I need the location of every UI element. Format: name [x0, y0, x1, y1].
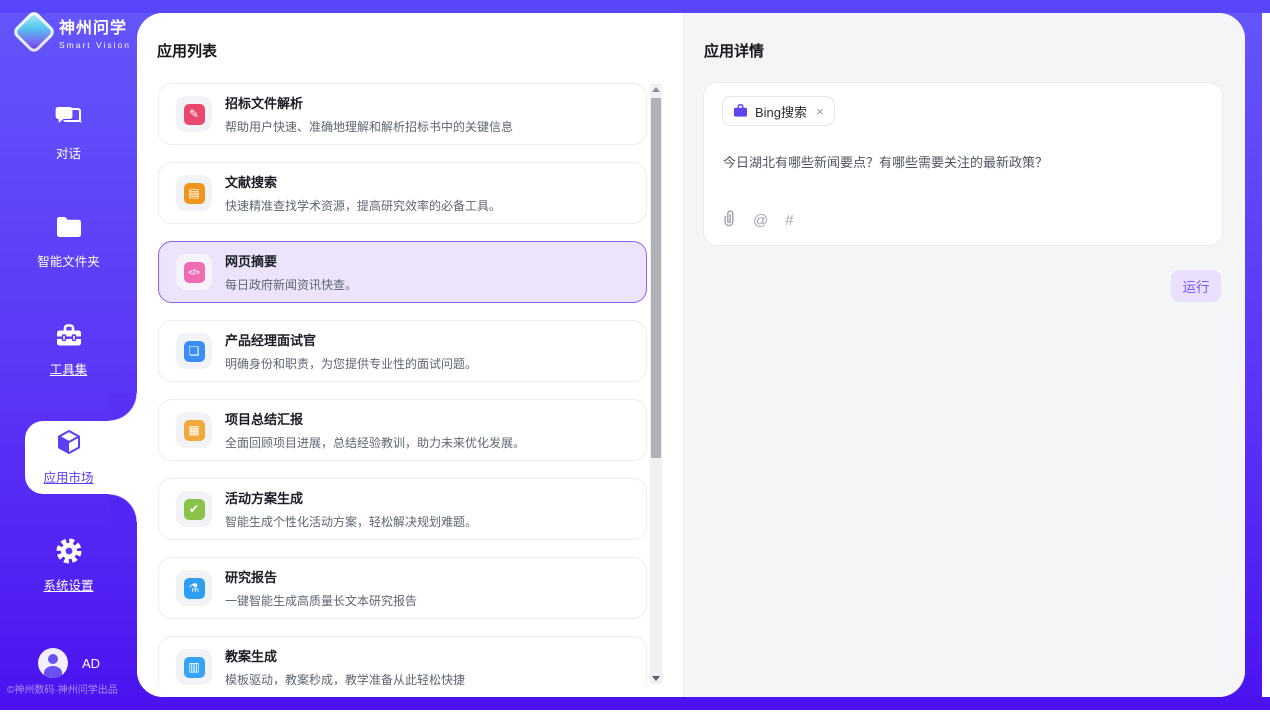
app-icon: ✎ — [176, 96, 212, 132]
user-name: AD — [82, 656, 100, 671]
composer-card: Bing搜索 × 今日湖北有哪些新闻要点？有哪些需要关注的最新政策？ @ # — [703, 82, 1223, 246]
app-glyph-icon: ▤ — [184, 183, 205, 204]
user-account[interactable]: AD — [38, 648, 100, 678]
app-glyph-icon: ▦ — [184, 420, 205, 441]
scrollbar[interactable] — [650, 84, 662, 684]
cube-icon — [54, 428, 84, 458]
composer-toolbar: @ # — [722, 209, 794, 231]
sidebar-item-label: 智能文件夹 — [37, 251, 100, 270]
app-list-panel: 应用列表 ✎ 招标文件解析 帮助用户快速、准确地理解和解析招标书中的关键信息 ▤… — [137, 13, 683, 697]
tag-close-icon[interactable]: × — [816, 104, 824, 119]
sidebar-item-app-market[interactable]: 应用市场 — [0, 428, 137, 486]
app-desc: 模板驱动，教案秒成，教学准备从此轻松快捷 — [225, 671, 465, 685]
hash-icon[interactable]: # — [785, 212, 793, 229]
app-detail-panel: 应用详情 Bing搜索 × 今日湖北有哪些新闻要点？有哪些需要关注的最新政策？ … — [683, 13, 1245, 697]
app-list-item[interactable]: ▦ 项目总结汇报 全面回顾项目进展，总结经验教训，助力未来优化发展。 — [158, 399, 647, 461]
app-title: 招标文件解析 — [225, 93, 513, 112]
app-icon: ⚗ — [176, 570, 212, 606]
pill-curve-top — [109, 393, 137, 421]
app-list-item[interactable]: ❏ 产品经理面试官 明确身份和职责，为您提供专业性的面试问题。 — [158, 320, 647, 382]
app-list-item[interactable]: </> 网页摘要 每日政府新闻资讯快查。 — [158, 241, 647, 303]
briefcase-icon — [733, 104, 748, 118]
app-icon: </> — [176, 254, 212, 290]
app-title: 产品经理面试官 — [225, 330, 477, 349]
app-desc: 快速精准查找学术资源，提高研究效率的必备工具。 — [225, 197, 501, 214]
brand-logo: 神州问学 Smart Vision — [18, 14, 131, 50]
app-glyph-icon: ✔ — [184, 499, 205, 520]
pill-curve-bottom — [109, 494, 137, 522]
brand-subtitle: Smart Vision — [59, 40, 131, 50]
app-glyph-icon: ❏ — [184, 341, 205, 362]
sidebar-item-settings[interactable]: 系统设置 — [0, 536, 137, 594]
bottom-strip — [0, 697, 1270, 710]
avatar — [38, 648, 68, 678]
app-desc: 一键智能生成高质量长文本研究报告 — [225, 592, 417, 609]
app-desc: 明确身份和职责，为您提供专业性的面试问题。 — [225, 355, 477, 372]
brand-logo-icon — [11, 9, 56, 54]
scroll-up-arrow-icon[interactable] — [650, 84, 662, 95]
app-title: 活动方案生成 — [225, 488, 477, 507]
app-detail-title: 应用详情 — [704, 40, 764, 61]
paperclip-icon[interactable] — [722, 209, 736, 231]
sidebar: 神州问学 Smart Vision 对话 智能文件夹 — [0, 0, 137, 710]
top-strip — [0, 0, 1270, 13]
app-list-item[interactable]: ⚗ 研究报告 一键智能生成高质量长文本研究报告 — [158, 557, 647, 619]
copyright-text: ©神州数码·神州问学出品 — [7, 681, 137, 696]
app-list-item[interactable]: ▥ 教案生成 模板驱动，教案秒成，教学准备从此轻松快捷 — [158, 636, 647, 685]
app-list-item[interactable]: ▤ 文献搜索 快速精准查找学术资源，提高研究效率的必备工具。 — [158, 162, 647, 224]
sidebar-item-label: 系统设置 — [43, 575, 93, 594]
app-glyph-icon: </> — [184, 262, 205, 283]
scrollbar-thumb[interactable] — [651, 98, 661, 458]
app-list-item[interactable]: ✎ 招标文件解析 帮助用户快速、准确地理解和解析招标书中的关键信息 — [158, 83, 647, 145]
app-glyph-icon: ✎ — [184, 104, 205, 125]
app-list-title: 应用列表 — [157, 40, 217, 61]
chat-icon — [54, 104, 84, 134]
app-glyph-icon: ⚗ — [184, 578, 205, 599]
app-title: 项目总结汇报 — [225, 409, 525, 428]
app-desc: 帮助用户快速、准确地理解和解析招标书中的关键信息 — [225, 118, 513, 135]
app-list-item[interactable]: ✔ 活动方案生成 智能生成个性化活动方案，轻松解决规划难题。 — [158, 478, 647, 540]
app-title: 文献搜索 — [225, 172, 501, 191]
app-glyph-icon: ▥ — [184, 657, 205, 678]
app-desc: 智能生成个性化活动方案，轻松解决规划难题。 — [225, 513, 477, 530]
sidebar-item-toolset[interactable]: 工具集 — [0, 320, 137, 378]
app-title: 教案生成 — [225, 646, 465, 665]
app-desc: 每日政府新闻资讯快查。 — [225, 276, 357, 293]
sidebar-item-smart-folders[interactable]: 智能文件夹 — [0, 212, 137, 270]
folder-icon — [54, 212, 84, 242]
main-content: 应用列表 ✎ 招标文件解析 帮助用户快速、准确地理解和解析招标书中的关键信息 ▤… — [137, 13, 1245, 697]
app-icon: ❏ — [176, 333, 212, 369]
app-icon: ▤ — [176, 175, 212, 211]
query-input[interactable]: 今日湖北有哪些新闻要点？有哪些需要关注的最新政策？ — [723, 152, 1203, 171]
scroll-down-arrow-icon[interactable] — [650, 673, 662, 684]
app-icon: ✔ — [176, 491, 212, 527]
app-icon: ▦ — [176, 412, 212, 448]
sidebar-item-label: 应用市场 — [43, 467, 93, 486]
at-icon[interactable]: @ — [753, 212, 768, 229]
app-title: 网页摘要 — [225, 251, 357, 270]
sidebar-item-chat[interactable]: 对话 — [0, 104, 137, 162]
run-button[interactable]: 运行 — [1171, 270, 1221, 302]
app-icon: ▥ — [176, 649, 212, 685]
app-title: 研究报告 — [225, 567, 417, 586]
gear-icon — [54, 536, 84, 566]
app-list: ✎ 招标文件解析 帮助用户快速、准确地理解和解析招标书中的关键信息 ▤ 文献搜索… — [137, 83, 683, 685]
tool-tag-bing-search[interactable]: Bing搜索 × — [722, 96, 835, 126]
sidebar-item-label: 工具集 — [50, 359, 88, 378]
brand-name: 神州问学 — [59, 14, 131, 38]
tag-label: Bing搜索 — [755, 102, 807, 121]
app-desc: 全面回顾项目进展，总结经验教训，助力未来优化发展。 — [225, 434, 525, 451]
sidebar-item-label: 对话 — [56, 143, 81, 162]
toolbox-icon — [54, 320, 84, 350]
